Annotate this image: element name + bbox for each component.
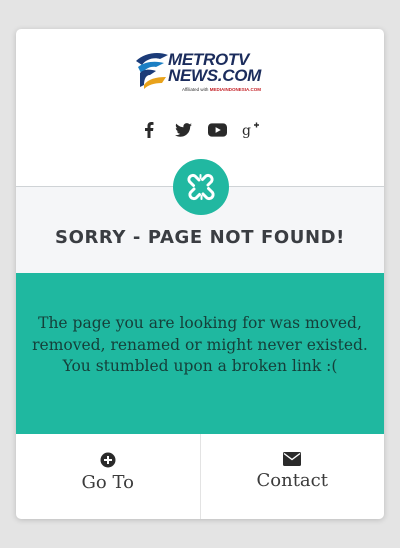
message-line2: removed, renamed or might never existed. xyxy=(32,335,368,354)
error-title: SORRY - PAGE NOT FOUND! xyxy=(55,227,345,248)
metrotvnews-logo[interactable]: METROTV NEWS.COM Affiliated with MEDIAIN… xyxy=(134,51,270,97)
contact-label: Contact xyxy=(256,470,328,491)
message-line1: The page you are looking for was moved, xyxy=(38,314,362,332)
logo-affiliation: Affiliated with MEDIAINDONESIA.COM xyxy=(182,87,261,92)
youtube-icon[interactable] xyxy=(206,121,228,139)
goto-button[interactable]: Go To xyxy=(16,434,200,519)
action-bar: Go To Contact xyxy=(16,434,384,519)
goto-label: Go To xyxy=(81,472,134,493)
facebook-icon[interactable] xyxy=(138,121,160,139)
affiliation-name: MEDIAINDONESIA.COM xyxy=(209,87,261,92)
affiliation-prefix: Affiliated with xyxy=(182,87,209,92)
message-line3: You stumbled upon a broken link :( xyxy=(62,357,338,375)
error-card: METROTV NEWS.COM Affiliated with MEDIAIN… xyxy=(16,29,384,519)
logo-line2: NEWS.COM xyxy=(168,66,261,85)
broken-link-badge xyxy=(173,159,229,215)
contact-button[interactable]: Contact xyxy=(199,434,385,519)
eagle-emblem-icon xyxy=(136,53,168,89)
google-plus-icon[interactable]: g xyxy=(240,121,262,139)
broken-link-icon xyxy=(187,173,215,201)
error-message: The page you are looking for was moved, … xyxy=(32,313,368,378)
twitter-icon[interactable] xyxy=(172,121,194,139)
social-links: g xyxy=(16,121,384,139)
svg-text:g: g xyxy=(242,123,251,138)
logo-wordmark: METROTV NEWS.COM xyxy=(168,51,261,85)
plus-circle-icon xyxy=(100,452,116,468)
envelope-icon xyxy=(283,452,302,466)
